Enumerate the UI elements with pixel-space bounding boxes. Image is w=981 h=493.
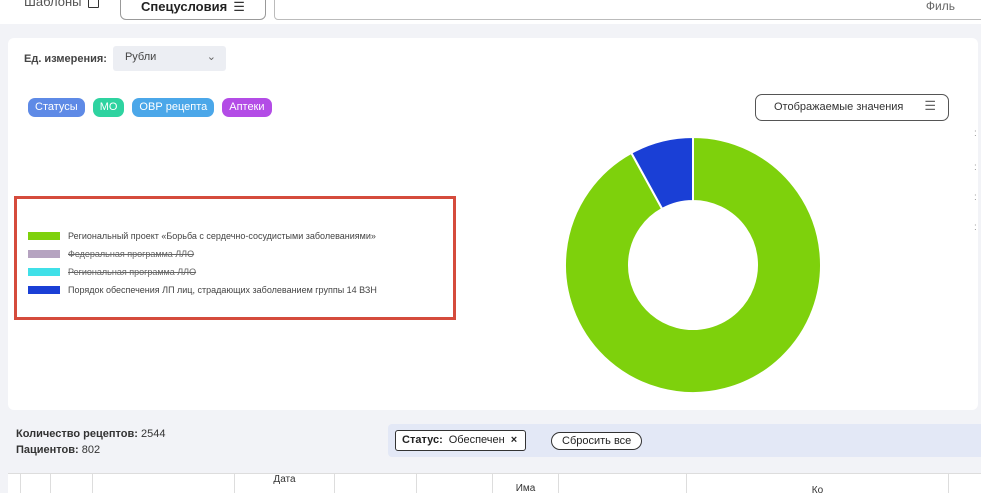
filter-label: Филь <box>925 0 955 13</box>
status-filter-label: Статус: <box>402 434 443 446</box>
legend-item[interactable]: Порядок обеспечения ЛП лиц, страдающих з… <box>28 285 377 295</box>
legend-label: Федеральная программа ЛЛО <box>68 249 195 259</box>
display-values-label: Отображаемые значения <box>774 101 904 113</box>
special-conditions-label: Спецусловия <box>141 0 228 14</box>
table-header-cell[interactable] <box>416 474 492 493</box>
units-control: Ед. измерения: Рубли ⌄ <box>24 46 226 71</box>
legend-swatch <box>28 232 60 240</box>
chart-legend: Региональный проект «Борьба с сердечно-с… <box>14 196 456 320</box>
patients-count: Пациентов: 802 <box>16 442 165 458</box>
reset-all-button[interactable]: Сбросить все <box>551 432 643 450</box>
table-header-cell[interactable] <box>334 474 416 493</box>
legend-label: Региональная программа ЛЛО <box>68 267 197 277</box>
table-header-cell[interactable]: Има <box>492 474 558 493</box>
results-table: Дата Има Ко <box>8 473 981 493</box>
legend-swatch <box>28 268 60 276</box>
prescriptions-count: Количество рецептов: 2544 <box>16 426 165 442</box>
filter-panel[interactable]: Филь <box>274 0 981 20</box>
chart-card: Ед. измерения: Рубли ⌄ Статусы МО ОВР ре… <box>8 38 978 410</box>
units-label: Ед. измерения: <box>24 52 107 65</box>
tag-statuses[interactable]: Статусы <box>28 98 85 117</box>
table-header-cell[interactable] <box>50 474 92 493</box>
scroll-indicator: :::: <box>974 128 977 233</box>
summary-bar: Количество рецептов: 2544 Пациентов: 802… <box>0 420 981 465</box>
top-toolbar: Шаблоны Спецусловия ☰ Филь <box>0 0 981 24</box>
close-icon[interactable]: × <box>511 434 517 450</box>
donut-chart <box>564 135 822 394</box>
legend-label: Порядок обеспечения ЛП лиц, страдающих з… <box>68 285 377 295</box>
table-header-cell[interactable] <box>92 474 234 493</box>
table-header-cell[interactable] <box>948 474 981 493</box>
table-header-cell[interactable] <box>558 474 686 493</box>
active-filters: Статус: Обеспечен × Сбросить все <box>388 424 981 457</box>
templates-button[interactable]: Шаблоны <box>24 0 99 9</box>
table-header-cell[interactable]: Дата <box>234 474 334 493</box>
table-header-cell[interactable] <box>20 474 50 493</box>
summary-counts: Количество рецептов: 2544 Пациентов: 802 <box>16 426 165 458</box>
list-icon: ☰ <box>924 98 936 113</box>
display-values-button[interactable]: Отображаемые значения ☰ <box>755 94 949 121</box>
legend-label: Региональный проект «Борьба с сердечно-с… <box>68 231 376 241</box>
units-select[interactable]: Рубли ⌄ <box>112 46 226 71</box>
prescriptions-label: Количество рецептов: <box>16 428 138 440</box>
grouping-tags: Статусы МО ОВР рецепта Аптеки <box>28 98 272 117</box>
tag-ovr-recipe[interactable]: ОВР рецепта <box>132 98 215 117</box>
legend-item[interactable]: Региональный проект «Борьба с сердечно-с… <box>28 231 376 241</box>
units-selected-value: Рубли <box>124 51 157 63</box>
table-header-label: Ко <box>811 485 824 493</box>
status-filter-chip[interactable]: Статус: Обеспечен × <box>395 430 527 451</box>
table-header-cell[interactable]: Ко <box>686 474 948 493</box>
special-conditions-button[interactable]: Спецусловия ☰ <box>120 0 266 20</box>
patients-value: 802 <box>81 444 101 456</box>
document-icon <box>87 0 99 8</box>
legend-swatch <box>28 286 60 294</box>
patients-label: Пациентов: <box>16 444 79 456</box>
prescriptions-value: 2544 <box>140 428 166 440</box>
legend-swatch <box>28 250 60 258</box>
table-header-label: Дата <box>273 474 296 485</box>
chevron-down-icon: ⌄ <box>206 51 216 63</box>
status-filter-value: Обеспечен <box>448 434 505 446</box>
tag-pharmacies[interactable]: Аптеки <box>222 98 272 117</box>
table-header-label: Има <box>515 483 536 493</box>
legend-item[interactable]: Федеральная программа ЛЛО <box>28 249 194 259</box>
legend-item[interactable]: Региональная программа ЛЛО <box>28 267 196 277</box>
templates-label: Шаблоны <box>24 0 82 9</box>
list-icon: ☰ <box>233 0 245 14</box>
tag-mo[interactable]: МО <box>92 98 125 117</box>
